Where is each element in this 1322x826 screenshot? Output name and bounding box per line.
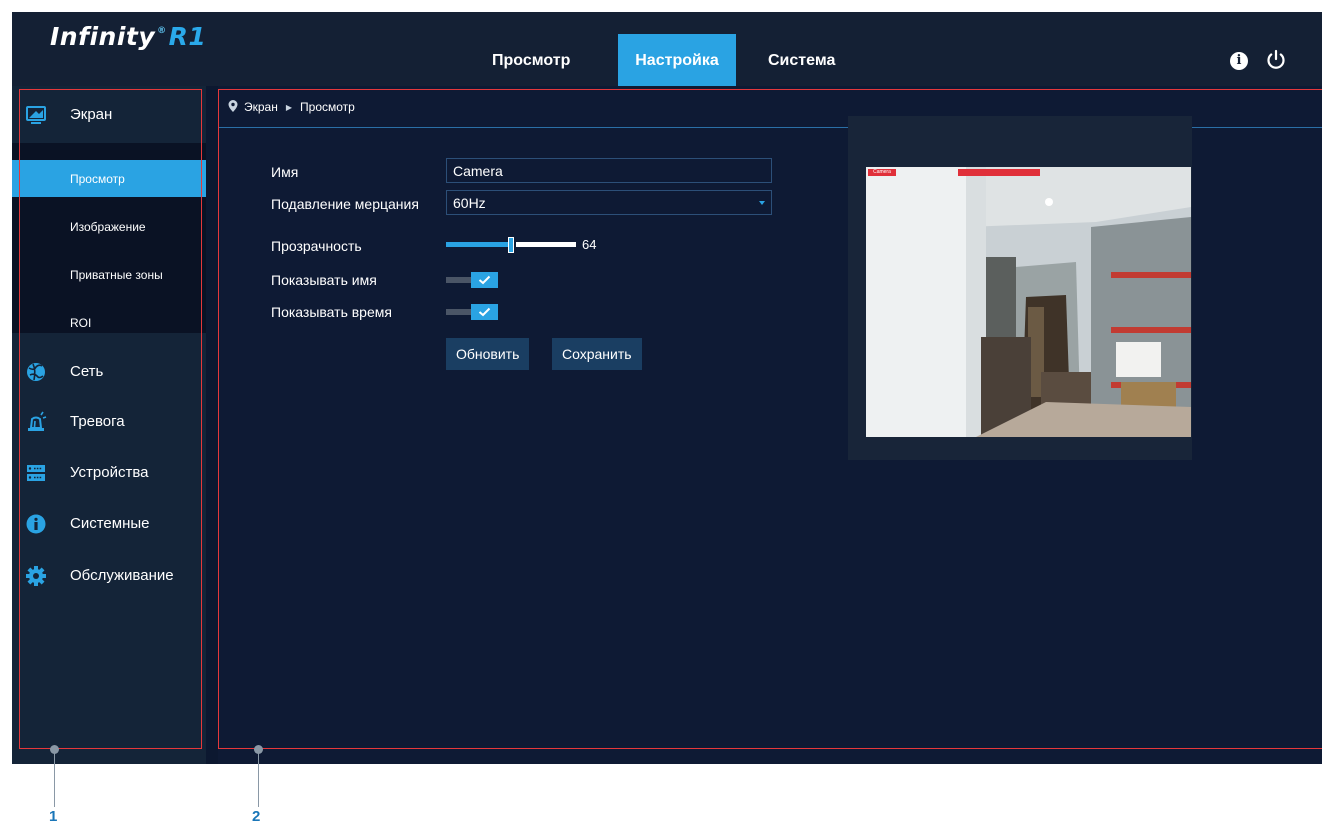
sidebar-divider <box>206 86 218 764</box>
logo-registered-mark: ® <box>157 26 167 36</box>
callout-number-1: 1 <box>49 808 58 825</box>
logo-text: Infinity <box>50 22 156 51</box>
callout-number-2: 2 <box>252 808 261 825</box>
tab-setup[interactable]: Настройка <box>618 34 736 86</box>
callout-line-2 <box>258 752 259 807</box>
info-icon[interactable]: i <box>1230 52 1248 70</box>
tab-system[interactable]: Система <box>756 34 847 86</box>
tab-view[interactable]: Просмотр <box>480 34 582 86</box>
logo-model: R1 <box>168 22 207 51</box>
power-icon[interactable] <box>1265 49 1287 71</box>
callout-line-1 <box>54 752 55 807</box>
top-bar: Infinity ®R1 Просмотр Настройка Система i <box>12 12 1322 86</box>
sidebar-highlight-frame <box>19 89 202 749</box>
brand-logo: Infinity ®R1 <box>50 22 206 51</box>
content-highlight-frame <box>218 89 1322 749</box>
